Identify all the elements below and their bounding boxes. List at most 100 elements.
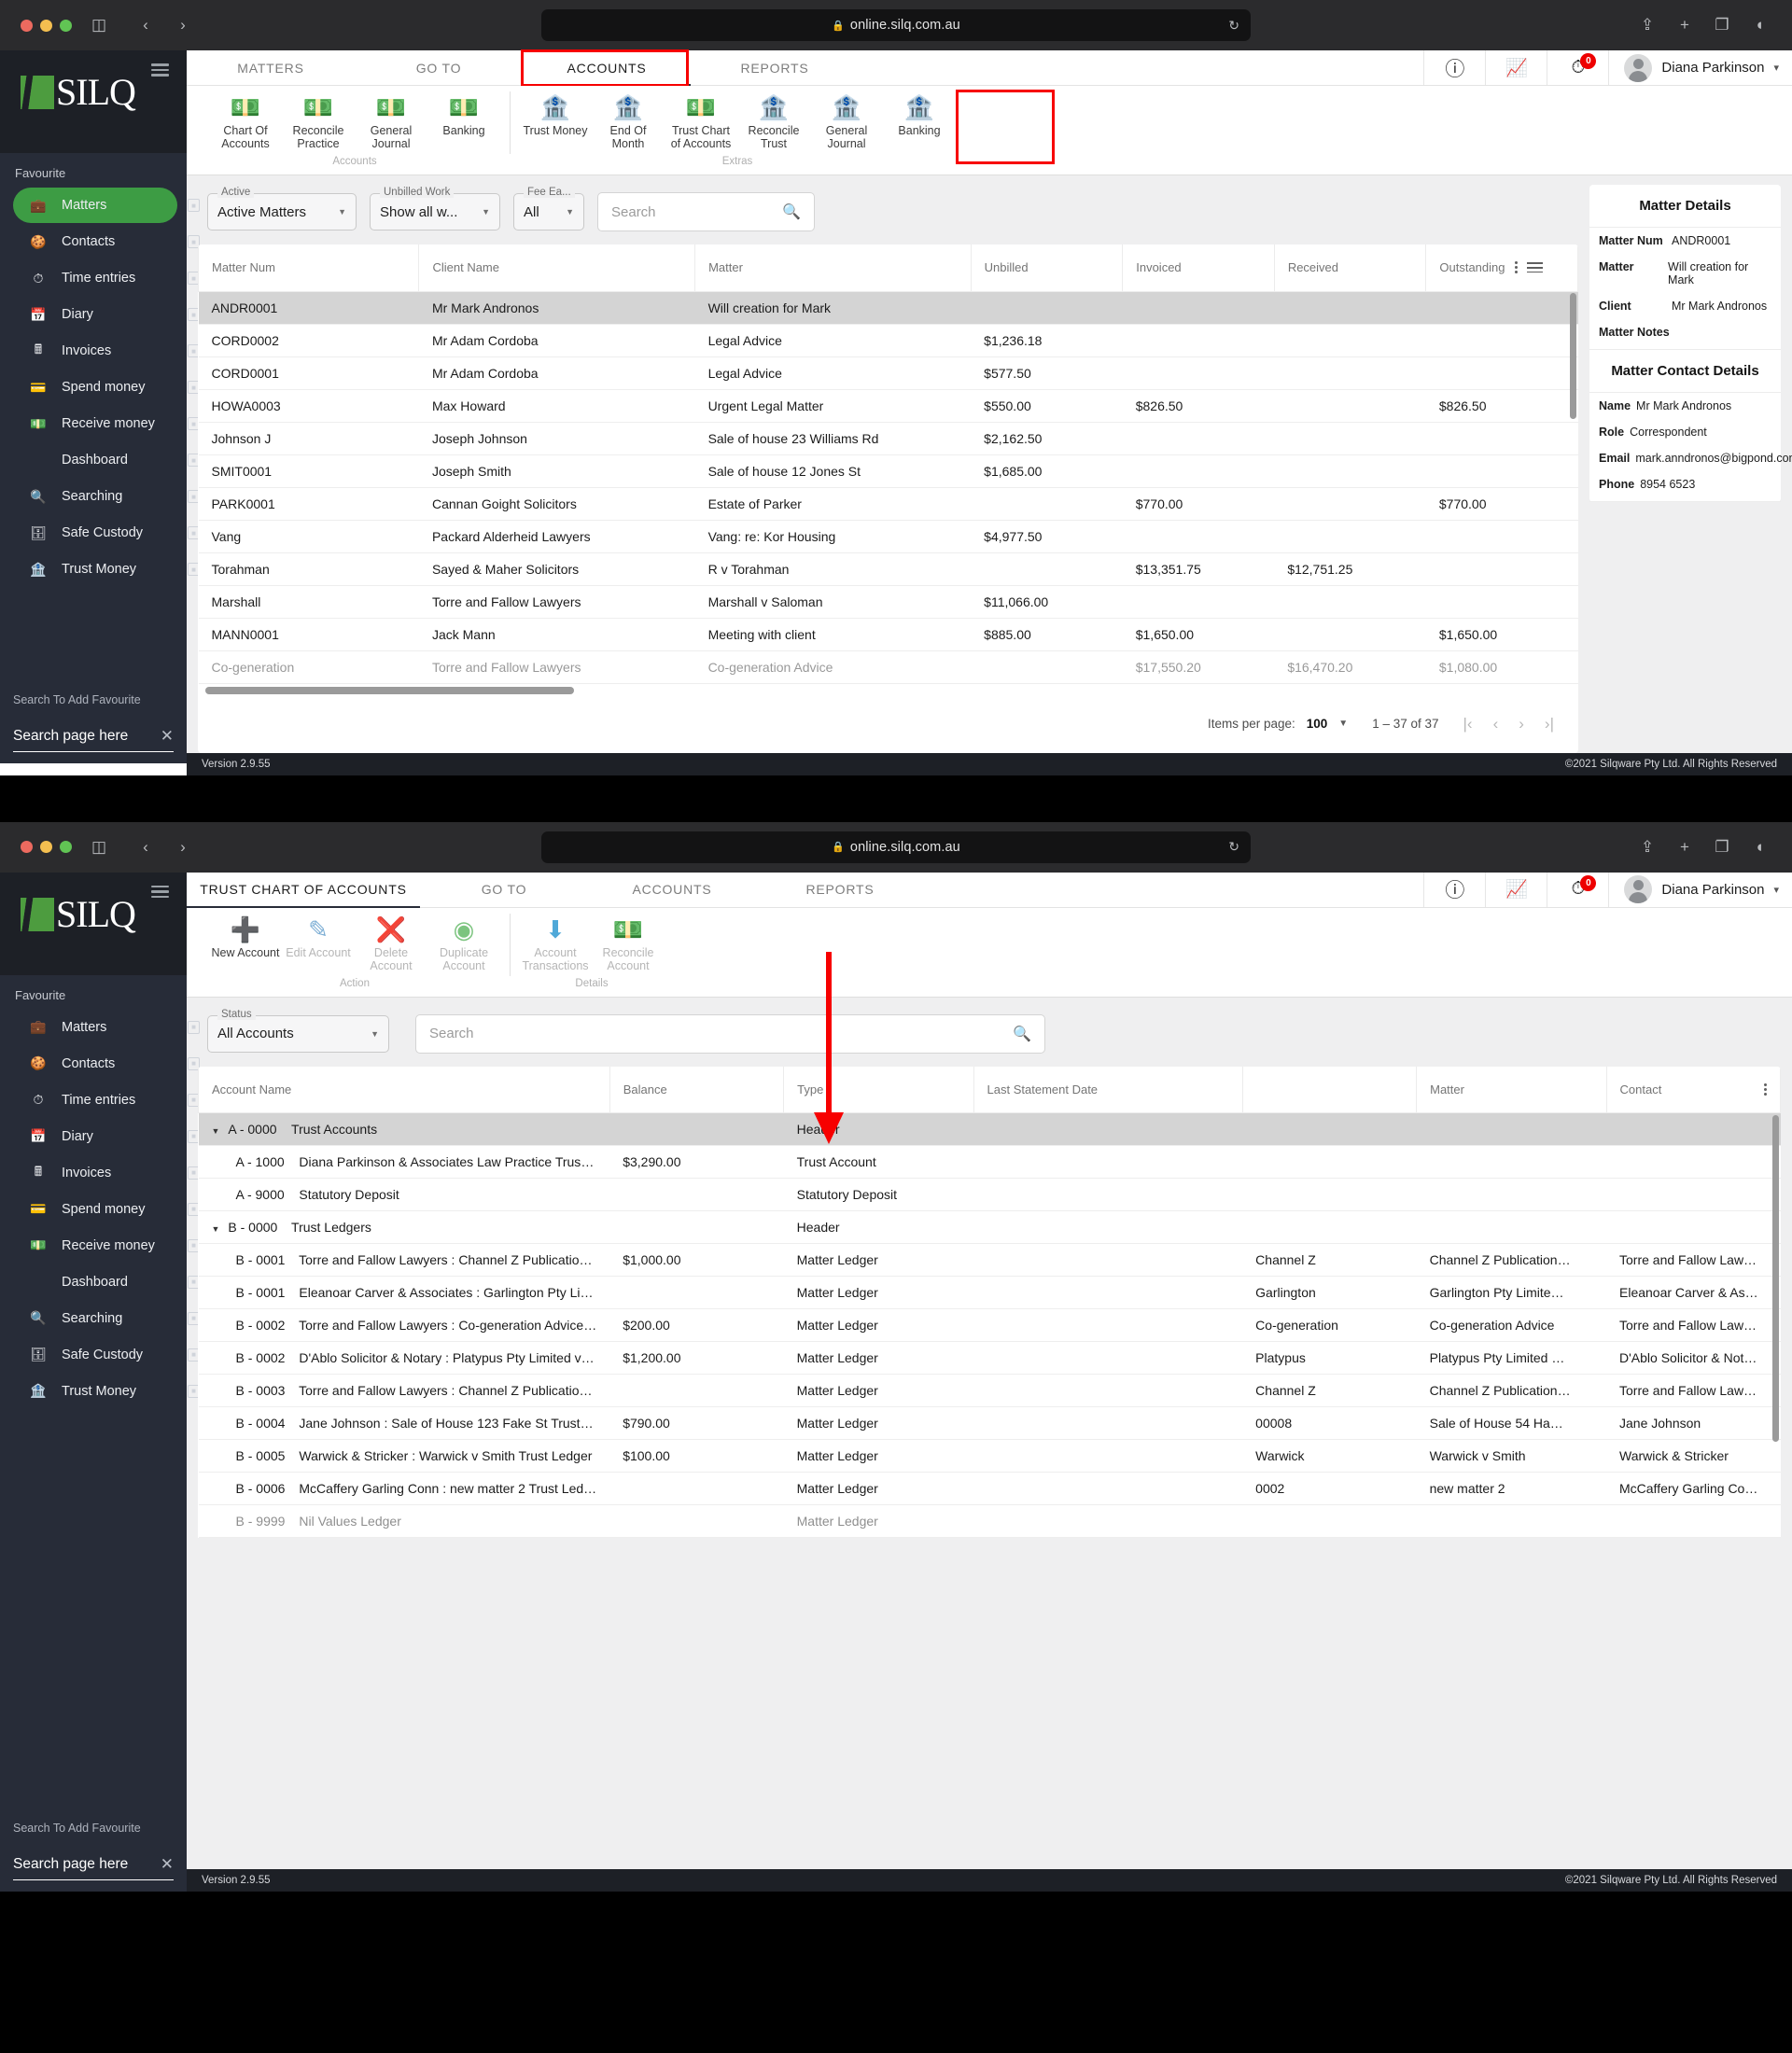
items-per-page[interactable]: Items per page: 100 ▼ — [1208, 717, 1348, 731]
tab-trust-chart-of-accounts[interactable]: TRUST CHART OF ACCOUNTS — [187, 873, 420, 908]
table-row[interactable]: B - 0001 Torre and Fallow Lawyers : Chan… — [198, 1243, 1781, 1277]
fee-earner-filter[interactable]: Fee Ea... All ▼ — [513, 187, 584, 230]
user-menu[interactable]: Diana Parkinson ▾ — [1608, 50, 1792, 85]
column-options-icon[interactable] — [1764, 1082, 1767, 1096]
tab-reports[interactable]: REPORTS — [691, 50, 859, 85]
close-icon[interactable]: ✕ — [161, 727, 174, 746]
help-circle-icon[interactable]: ⓘ — [1423, 50, 1485, 85]
table-row[interactable]: B - 0006 McCaffery Garling Conn : new ma… — [198, 1472, 1781, 1505]
ribbon-trust-banking[interactable]: 🏦 Banking — [883, 86, 956, 154]
chevron-down-icon[interactable]: ▼ — [482, 207, 490, 216]
chevron-down-icon[interactable]: ▾ — [1773, 62, 1779, 74]
chevron-down-icon[interactable]: ▼ — [371, 1029, 379, 1039]
close-icon[interactable]: ✕ — [161, 1855, 174, 1874]
tab-accounts[interactable]: ACCOUNTS — [523, 50, 691, 86]
sidebar-item-time-entries[interactable]: ⏱ Time entries ■ — [13, 260, 200, 296]
col-outstanding[interactable]: Outstanding — [1425, 244, 1578, 292]
timer-button[interactable]: ⏱ 0 — [1547, 872, 1608, 907]
address-bar[interactable]: 🔒 online.silq.com.au ↻ — [541, 9, 1251, 41]
active-filter[interactable]: Active Active Matters ▼ — [207, 187, 357, 230]
ribbon-trust-general-journal[interactable]: 🏦 General Journal — [810, 86, 883, 154]
tab-go-to[interactable]: GO TO — [355, 50, 523, 85]
sidebar-toggle-icon[interactable]: ◫ — [89, 837, 109, 858]
share-icon[interactable]: ⇪ — [1637, 15, 1658, 35]
table-row[interactable]: ▼ A - 0000 Trust Accounts Header — [198, 1112, 1781, 1146]
chevron-down-icon[interactable]: ▼ — [338, 207, 346, 216]
table-row[interactable]: B - 0002 D'Ablo Solicitor & Notary : Pla… — [198, 1341, 1781, 1375]
ribbon-reconcile-trust[interactable]: 🏦 Reconcile Trust — [737, 86, 810, 154]
next-page-icon[interactable]: › — [1519, 715, 1524, 733]
magnifier-icon[interactable]: 🔍 — [782, 203, 801, 221]
sidebar-search-field[interactable]: Search page here ✕ — [13, 1855, 174, 1880]
back-chevron-icon[interactable]: ‹ — [135, 837, 156, 858]
table-row[interactable]: Torahman Sayed & Maher Solicitors R v To… — [198, 552, 1578, 586]
ribbon-reconcile-practice[interactable]: 💵 Reconcile Practice — [282, 86, 355, 154]
pin-icon[interactable]: ■ — [188, 199, 200, 212]
copy-tabs-icon[interactable]: ❐ — [1712, 15, 1732, 35]
user-menu[interactable]: Diana Parkinson ▾ — [1608, 872, 1792, 907]
timer-button[interactable]: ⏱ 0 — [1547, 50, 1608, 85]
horizontal-scrollbar[interactable] — [205, 686, 574, 694]
expander-icon[interactable]: ▼ — [212, 1126, 225, 1136]
sidebar-item-trust-money[interactable]: 🏦 Trust Money ■ — [13, 1374, 200, 1409]
plus-icon[interactable]: + — [1674, 15, 1695, 35]
chevron-down-icon[interactable]: ▾ — [1773, 884, 1779, 896]
sidebar-item-trust-money[interactable]: 🏦 Trust Money ■ — [13, 552, 200, 587]
column-options-icon[interactable] — [1514, 261, 1518, 274]
pin-icon[interactable]: ■ — [188, 1020, 200, 1034]
table-row[interactable]: CORD0001 Mr Adam Cordoba Legal Advice $5… — [198, 356, 1578, 390]
sidebar-item-searching[interactable]: 🔍 Searching ■ — [13, 1301, 200, 1336]
sidebar-item-diary[interactable]: 📅 Diary ■ — [13, 1119, 200, 1154]
ribbon-trust-money[interactable]: 🏦 Trust Money — [519, 86, 592, 154]
table-row[interactable]: A - 9000 Statutory Deposit Statutory Dep… — [198, 1178, 1781, 1211]
sidebar-item-matters[interactable]: 💼 Matters ■ — [13, 188, 200, 223]
ribbon-trust-chart-of-accounts[interactable]: 💵 Trust Chart of Accounts — [665, 86, 737, 154]
close-window-button[interactable] — [21, 841, 33, 853]
sidebar-item-dashboard[interactable]: Dashboard ■ — [13, 442, 200, 478]
ribbon-delete-account[interactable]: ❌ Delete Account — [355, 908, 427, 976]
ribbon-end-of-month[interactable]: 🏦 End Of Month — [592, 86, 665, 154]
table-row[interactable]: B - 0003 Torre and Fallow Lawyers : Chan… — [198, 1374, 1781, 1407]
col-type[interactable]: Type — [783, 1066, 974, 1113]
sidebar-item-invoices[interactable]: 🖩 Invoices ■ — [13, 333, 200, 369]
table-row[interactable]: Marshall Torre and Fallow Lawyers Marsha… — [198, 585, 1578, 619]
table-row[interactable]: A - 1000 Diana Parkinson & Associates La… — [198, 1145, 1781, 1179]
search-input-1[interactable]: Search 🔍 — [597, 192, 815, 231]
col-unbilled[interactable]: Unbilled — [970, 244, 1124, 292]
sidebar-item-time-entries[interactable]: ⏱ Time entries ■ — [13, 1082, 200, 1118]
prev-page-icon[interactable]: ‹ — [1493, 715, 1499, 733]
sidebar-item-safe-custody[interactable]: 🗄 Safe Custody ■ — [13, 1337, 200, 1373]
close-window-button[interactable] — [21, 19, 33, 32]
reload-icon[interactable]: ↻ — [1228, 839, 1239, 855]
ribbon-chart-of-accounts[interactable]: 💵 Chart Of Accounts — [209, 86, 282, 154]
table-row[interactable]: ANDR0001 Mr Mark Andronos Will creation … — [198, 291, 1578, 325]
ribbon-account-transactions[interactable]: ⬇ Account Transactions — [519, 908, 592, 976]
window-controls-2[interactable] — [21, 841, 72, 853]
last-page-icon[interactable]: ›| — [1545, 715, 1554, 733]
chart-trend-icon[interactable]: 📈 — [1485, 50, 1547, 85]
back-chevron-icon[interactable]: ‹ — [135, 15, 156, 35]
address-bar[interactable]: 🔒 online.silq.com.au ↻ — [541, 831, 1251, 863]
maximize-window-button[interactable] — [60, 19, 72, 32]
sidebar-item-safe-custody[interactable]: 🗄 Safe Custody ■ — [13, 515, 200, 551]
col-received[interactable]: Received — [1273, 244, 1427, 292]
tab-matters[interactable]: MATTERS — [187, 50, 355, 85]
status-filter[interactable]: Status All Accounts ▼ — [207, 1008, 389, 1053]
col-blank[interactable] — [1241, 1066, 1418, 1113]
menu-hamburger-icon[interactable] — [151, 63, 169, 77]
table-row[interactable]: B - 0001 Eleanoar Carver & Associates : … — [198, 1276, 1781, 1309]
table-row[interactable]: Johnson J Joseph Johnson Sale of house 2… — [198, 422, 1578, 455]
minimize-window-button[interactable] — [40, 841, 52, 853]
tab-go-to[interactable]: GO TO — [420, 873, 588, 907]
copy-tabs-icon[interactable]: ❐ — [1712, 837, 1732, 858]
col-account-name[interactable]: Account Name — [198, 1066, 610, 1113]
table-row[interactable]: B - 0004 Jane Johnson : Sale of House 12… — [198, 1406, 1781, 1440]
table-row[interactable]: MANN0001 Jack Mann Meeting with client $… — [198, 618, 1578, 651]
sidebar-search-field[interactable]: Search page here ✕ — [13, 727, 174, 752]
ribbon-general-journal[interactable]: 💵 General Journal — [355, 86, 427, 154]
sidebar-item-receive-money[interactable]: 💵 Receive money ■ — [13, 406, 200, 441]
maximize-window-button[interactable] — [60, 841, 72, 853]
menu-hamburger-icon[interactable] — [151, 885, 169, 899]
col-matter[interactable]: Matter — [694, 244, 972, 292]
col-last-statement-date[interactable]: Last Statement Date — [973, 1066, 1243, 1113]
